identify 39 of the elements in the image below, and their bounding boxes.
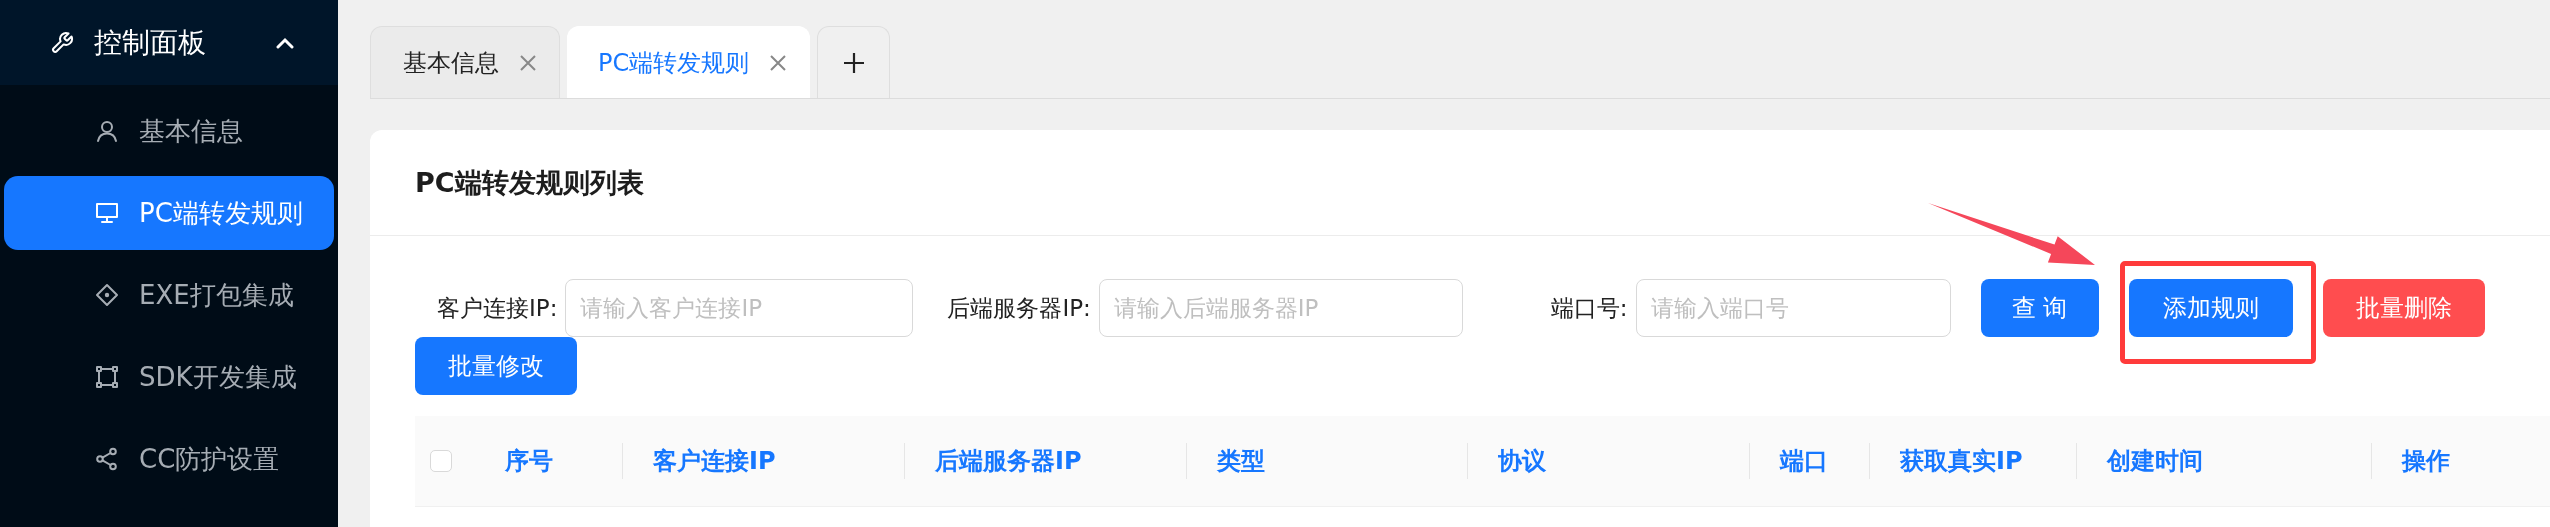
plus-icon xyxy=(842,51,865,74)
tab[interactable]: PC端转发规则 xyxy=(567,26,811,98)
card-title: PC端转发规则列表 xyxy=(415,165,644,200)
column-header: 创建时间 xyxy=(2076,416,2371,506)
sidebar-item[interactable]: SDK开发集成 xyxy=(4,340,334,414)
column-header: 端口 xyxy=(1749,416,1869,506)
input-field[interactable]: 请输入客户连接IP xyxy=(565,279,914,337)
action-button[interactable]: 添加规则 xyxy=(2128,279,2293,337)
wrench-icon xyxy=(50,30,74,55)
field-label: 后端服务器IP: xyxy=(947,293,1092,323)
column-header: 类型 xyxy=(1186,416,1467,506)
action-button[interactable]: 批量修改 xyxy=(415,337,577,395)
checkbox[interactable] xyxy=(430,450,452,472)
sidebar-item[interactable]: CC防护设置 xyxy=(4,422,334,496)
frame-icon xyxy=(95,365,119,389)
sidebar-item[interactable]: 基本信息 xyxy=(4,94,334,168)
close-icon[interactable] xyxy=(769,53,788,72)
close-icon[interactable] xyxy=(519,53,537,72)
column-header: 序号 xyxy=(504,446,554,477)
user-icon xyxy=(95,119,119,143)
field-label: 端口号: xyxy=(1550,293,1629,323)
sidebar-item[interactable]: EXE打包集成 xyxy=(4,258,334,332)
menu-group-header[interactable]: 控制面板 xyxy=(0,0,338,85)
monitor-icon xyxy=(95,201,119,225)
column-header: 后端服务器IP xyxy=(904,416,1186,506)
column-header: 获取真实IP xyxy=(1869,416,2076,506)
input-field[interactable]: 请输入后端服务器IP xyxy=(1098,279,1463,337)
sidebar-item[interactable]: PC端转发规则 xyxy=(4,176,334,250)
input-field[interactable]: 请输入端口号 xyxy=(1635,279,1951,337)
column-header: 协议 xyxy=(1467,416,1749,506)
action-button[interactable]: 查 询 xyxy=(1980,279,2099,337)
column-header: 操作 xyxy=(2371,416,2550,506)
field-label: 客户连接IP: xyxy=(437,293,559,323)
share-icon xyxy=(95,447,119,471)
chevron-icon xyxy=(276,36,294,49)
tab[interactable]: 基本信息 xyxy=(370,26,560,98)
diamond-icon xyxy=(95,283,119,307)
column-header: 客户连接IP xyxy=(622,416,904,506)
menu-group-title: 控制面板 xyxy=(94,24,207,61)
